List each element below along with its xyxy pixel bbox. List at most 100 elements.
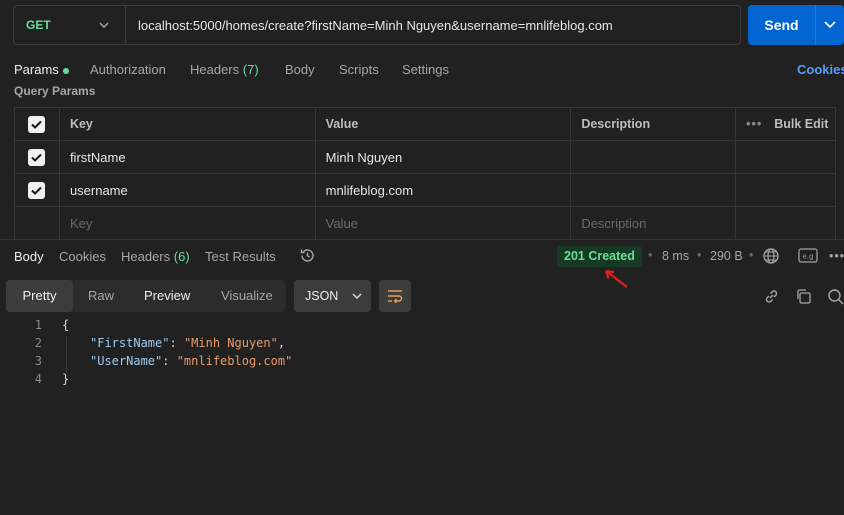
globe-icon[interactable] (762, 247, 780, 265)
chevron-down-icon (352, 293, 362, 299)
send-button-group: Send (748, 5, 844, 45)
tab-response-body[interactable]: Body (14, 249, 44, 264)
json-open-brace: { (62, 318, 70, 332)
json-key: "FirstName" (90, 336, 170, 350)
save-example-icon[interactable]: e.g (798, 248, 818, 263)
code-line[interactable]: { (62, 318, 69, 332)
copy-icon[interactable] (795, 288, 812, 305)
tab-response-cookies[interactable]: Cookies (59, 249, 106, 264)
format-tab-group: Pretty Raw Preview Visualize (6, 280, 286, 312)
indent-guide (66, 337, 67, 373)
tab-headers[interactable]: Headers (7) (190, 62, 259, 77)
meta-separator: • (697, 248, 702, 262)
link-icon[interactable] (763, 288, 780, 305)
tab-response-headers-count: (6) (173, 249, 190, 264)
format-type-select[interactable]: JSON (294, 280, 371, 312)
method-label: GET (26, 18, 51, 32)
status-badge[interactable]: 201 Created (557, 246, 642, 267)
format-raw-tab[interactable]: Raw (88, 280, 114, 312)
new-value-input[interactable]: Value (316, 207, 572, 239)
json-colon: : (162, 354, 177, 368)
param-key[interactable]: firstName (60, 141, 316, 173)
query-params-table: Key Value Description ••• Bulk Edit firs… (14, 107, 836, 240)
column-header-key: Key (60, 108, 316, 140)
tab-params-label: Params (14, 62, 59, 77)
select-all-checkbox[interactable] (28, 115, 46, 133)
tab-body[interactable]: Body (285, 62, 315, 77)
format-pretty-tab[interactable]: Pretty (6, 280, 73, 312)
response-time[interactable]: 8 ms (662, 249, 689, 263)
line-number: 3 (34, 354, 42, 368)
select-all-cell (15, 108, 60, 140)
code-line[interactable]: "UserName": "mnlifeblog.com" (90, 354, 292, 368)
line-number: 1 (34, 318, 42, 332)
tab-headers-count: (7) (242, 62, 259, 77)
tab-params[interactable]: Params (14, 62, 69, 77)
bulk-edit-label: Bulk Edit (774, 117, 829, 131)
format-preview-tab[interactable]: Preview (144, 280, 190, 312)
new-key-input[interactable]: Key (60, 207, 316, 239)
params-active-dot (62, 67, 69, 74)
code-line[interactable]: "FirstName": "Minh Nguyen", (90, 336, 285, 350)
tab-scripts[interactable]: Scripts (339, 62, 379, 77)
line-number: 2 (34, 336, 42, 350)
method-select[interactable]: GET (14, 6, 126, 44)
column-header-value: Value (316, 108, 572, 140)
check-icon (31, 120, 43, 129)
json-key: "UserName" (90, 354, 163, 368)
response-size[interactable]: 290 B (710, 249, 743, 263)
param-value[interactable]: Minh Nguyen (316, 141, 572, 173)
line-number: 4 (34, 372, 42, 386)
send-divider (815, 5, 816, 45)
json-close-brace: } (62, 372, 70, 386)
tab-response-headers[interactable]: Headers (6) (121, 249, 190, 264)
url-bar: GET localhost:5000/homes/create?firstNam… (13, 5, 741, 45)
row-extra-cell (736, 141, 836, 173)
row-checkbox-cell (15, 174, 60, 206)
url-input[interactable]: localhost:5000/homes/create?firstName=Mi… (126, 18, 613, 33)
format-visualize-tab[interactable]: Visualize (221, 280, 273, 312)
tab-authorization[interactable]: Authorization (90, 62, 166, 77)
json-colon: : (169, 336, 184, 350)
json-string-value: "mnlifeblog.com" (176, 354, 293, 368)
check-icon (31, 153, 43, 162)
meta-separator: • (648, 248, 653, 262)
annotation-arrow-icon (604, 269, 628, 288)
param-description[interactable] (571, 174, 737, 206)
pane-divider[interactable] (0, 239, 844, 240)
bulk-edit-button[interactable]: ••• Bulk Edit (736, 108, 836, 140)
row-checkbox[interactable] (28, 181, 46, 199)
send-options-chevron-icon[interactable] (824, 21, 836, 29)
tab-test-results[interactable]: Test Results (205, 249, 276, 264)
row-checkbox[interactable] (28, 148, 46, 166)
history-icon[interactable] (299, 247, 316, 264)
param-key[interactable]: username (60, 174, 316, 206)
tab-settings[interactable]: Settings (402, 62, 449, 77)
new-description-input[interactable]: Description (571, 207, 737, 239)
param-description[interactable] (571, 141, 737, 173)
row-checkbox-cell (15, 141, 60, 173)
more-actions-icon[interactable]: ••• (829, 249, 844, 263)
placeholder-checkbox-cell (15, 207, 60, 239)
tab-response-headers-label: Headers (121, 249, 171, 264)
meta-separator: • (749, 248, 754, 262)
tab-headers-label: Headers (190, 62, 240, 77)
search-icon[interactable] (827, 288, 844, 305)
chevron-down-icon (99, 22, 109, 28)
code-line[interactable]: } (62, 372, 69, 386)
more-options-icon[interactable]: ••• (746, 117, 762, 131)
json-comma: , (277, 336, 286, 350)
table-row: firstName Minh Nguyen (15, 141, 836, 174)
send-button[interactable]: Send (748, 17, 815, 33)
cookies-link[interactable]: Cookies (797, 62, 844, 77)
table-row-placeholder: Key Value Description (15, 207, 836, 240)
format-type-label: JSON (305, 289, 339, 303)
query-params-title: Query Params (14, 84, 96, 98)
table-header-row: Key Value Description ••• Bulk Edit (15, 108, 836, 141)
param-value[interactable]: mnlifeblog.com (316, 174, 572, 206)
wrap-lines-icon (388, 290, 403, 303)
table-row: username mnlifeblog.com (15, 174, 836, 207)
wrap-lines-button[interactable] (379, 280, 411, 312)
check-icon (31, 186, 43, 195)
row-extra-cell (736, 207, 836, 239)
